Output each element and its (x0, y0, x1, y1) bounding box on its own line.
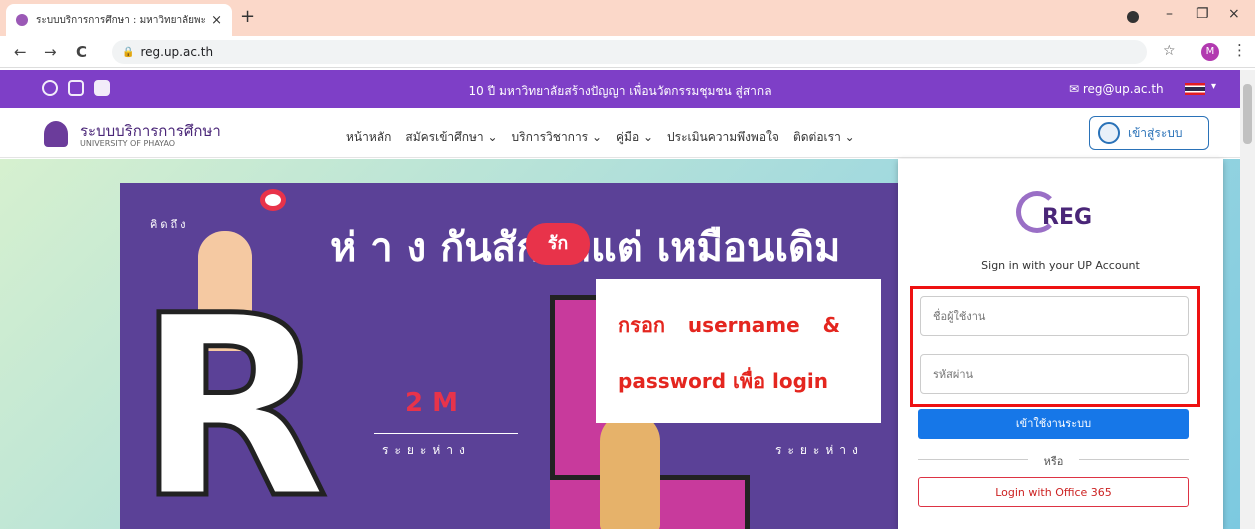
menu-item-contact[interactable]: ติดต่อเรา ⌄ (793, 128, 855, 147)
or-divider: หรือ (918, 452, 1189, 470)
banner-distance-left: ระยะห่าง (382, 443, 471, 457)
address-bar-row: ← → C 🔒 reg.up.ac.th ☆ M ⋮ (0, 36, 1255, 68)
menu-item-manual[interactable]: คู่มือ ⌄ (616, 128, 653, 147)
login-button[interactable]: เข้าสู่ระบบ (1089, 116, 1209, 150)
scrollbar-thumb[interactable] (1243, 84, 1252, 144)
back-button[interactable]: ← (14, 43, 27, 61)
page-scrollbar[interactable] (1240, 70, 1255, 529)
language-chevron-icon[interactable]: ▾ (1211, 81, 1216, 92)
main-menu: หน้าหลัก สมัครเข้าศึกษา ⌄ บริการวิชาการ … (346, 128, 855, 147)
brand-subtitle: UNIVERSITY OF PHAYAO (80, 139, 176, 148)
tab-title: ระบบบริการการศึกษา : มหาวิทยาลัยพะ (36, 14, 206, 26)
url-text: reg.up.ac.th (140, 45, 214, 59)
email-link[interactable]: ✉ reg@up.ac.th (1069, 82, 1164, 96)
site-navbar: ระบบบริการการศึกษา UNIVERSITY OF PHAYAO … (0, 108, 1240, 158)
favicon-icon (16, 14, 28, 26)
site-topbar: 10 ปี มหาวิทยาลัยสร้างปัญญา เพื่อนวัตกรร… (0, 70, 1240, 108)
user-avatar-icon (1098, 122, 1120, 144)
thai-flag-icon[interactable] (1185, 83, 1205, 95)
menu-item-admission[interactable]: สมัครเข้าศึกษา ⌄ (405, 128, 497, 147)
menu-item-services[interactable]: บริการวิชาการ ⌄ (512, 128, 602, 147)
office365-login-button[interactable]: Login with Office 365 (918, 477, 1189, 507)
login-panel: REG Sign in with your UP Account เข้าใช้… (898, 159, 1223, 529)
instruction-callout: กรอก username & password เพื่อ login (596, 279, 881, 423)
minimize-button[interactable]: – (1166, 6, 1173, 22)
callout-line2: password เพื่อ login (618, 369, 828, 393)
banner-kidthung: คิดถึง (150, 218, 189, 231)
tab-close-icon[interactable]: × (211, 13, 222, 28)
banner-big-letter: R (134, 262, 332, 529)
man-laptop-illustration (600, 413, 660, 529)
submit-login-button[interactable]: เข้าใช้งานระบบ (918, 409, 1189, 439)
university-logo[interactable] (44, 121, 68, 147)
topbar-message: 10 ปี มหาวิทยาลัยสร้างปัญญา เพื่อนวัตกรร… (468, 84, 772, 98)
heart-icon (260, 189, 286, 211)
banner-2m: 2 M (405, 388, 459, 418)
reload-button[interactable]: C (76, 43, 87, 61)
banner-heart-rak: รัก (526, 223, 590, 265)
callout-line1: กรอก username & (618, 313, 841, 337)
reg-logo-text: REG (1042, 205, 1093, 230)
password-input[interactable] (920, 354, 1189, 394)
restore-button[interactable]: ❐ (1196, 6, 1209, 22)
banner-distance-right: ระยะห่าง (775, 443, 864, 457)
login-label: เข้าสู่ระบบ (1128, 125, 1183, 140)
menu-item-survey[interactable]: ประเมินความพึงพอใจ (667, 128, 779, 147)
email-text: reg@up.ac.th (1082, 82, 1164, 96)
new-tab-button[interactable]: + (240, 6, 255, 27)
signin-text: Sign in with your UP Account (981, 259, 1140, 272)
bookmark-star-icon[interactable]: ☆ (1163, 43, 1176, 59)
profile-avatar[interactable]: M (1201, 43, 1219, 61)
distance-line (374, 433, 518, 434)
window-close-button[interactable]: × (1228, 6, 1240, 22)
menu-item-home[interactable]: หน้าหลัก (346, 128, 391, 147)
url-input[interactable]: 🔒 reg.up.ac.th (112, 40, 1147, 64)
lock-icon: 🔒 (122, 46, 135, 58)
forward-button[interactable]: → (44, 43, 57, 61)
browser-menu-icon[interactable]: ⋮ (1232, 41, 1247, 59)
extension-icon[interactable] (1127, 11, 1139, 23)
reg-logo: REG (1008, 187, 1112, 241)
browser-tab-bar: ระบบบริการการศึกษา : มหาวิทยาลัยพะ × + –… (0, 0, 1255, 36)
browser-tab[interactable]: ระบบบริการการศึกษา : มหาวิทยาลัยพะ × (6, 4, 232, 36)
username-input[interactable] (920, 296, 1189, 336)
